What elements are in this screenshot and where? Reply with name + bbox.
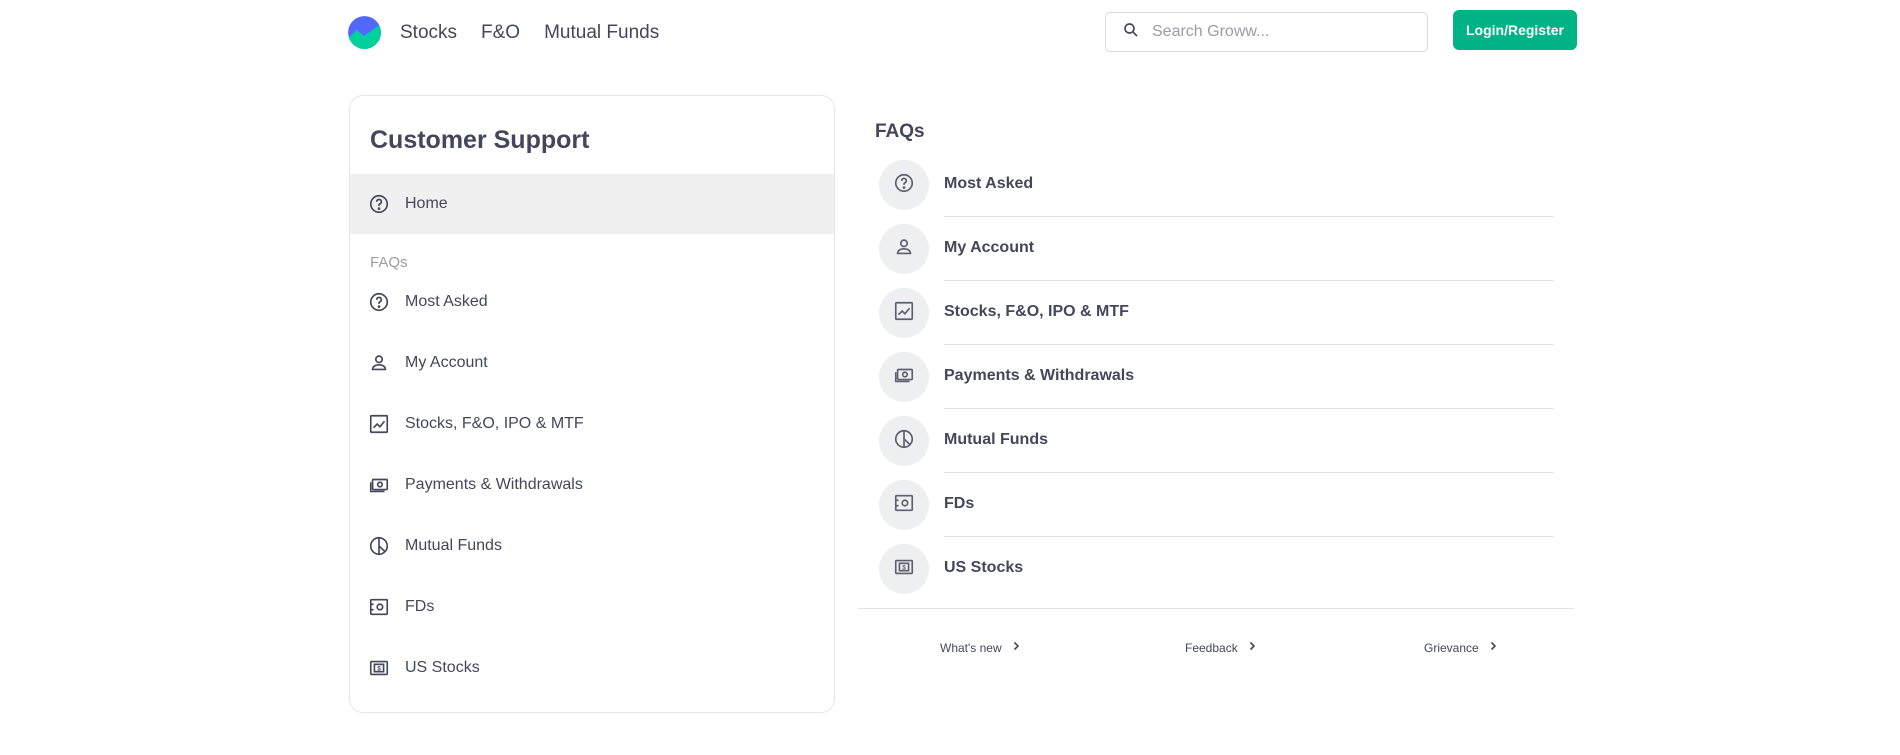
faq-icon-wrapper [879,288,929,338]
faq-item-stocks[interactable]: Stocks, F&O, IPO & MTF [879,281,1554,345]
sidebar-item-label: Home [405,195,448,212]
sidebar-item-label: US Stocks [405,659,480,676]
nav-fno[interactable]: F&O [481,22,520,44]
sidebar-item-mutual-funds[interactable]: Mutual Funds [350,524,834,568]
help-circle-icon [368,291,390,313]
pie-chart-icon [893,428,915,455]
user-icon [893,236,915,263]
sidebar-section-label: FAQs [370,254,408,271]
link-label: Feedback [1185,640,1238,655]
help-circle-icon [368,193,390,215]
faq-item-label: US Stocks [944,559,1024,576]
faq-item-label: Payments & Withdrawals [944,367,1135,384]
sidebar-title: Customer Support [370,126,590,154]
sidebar-item-label: My Account [405,354,488,371]
sidebar-item-stocks[interactable]: Stocks, F&O, IPO & MTF [350,402,834,446]
sidebar-item-label: Mutual Funds [405,537,502,554]
cash-icon [893,364,915,391]
grievance-link[interactable]: Grievance [1424,640,1499,655]
faq-icon-wrapper [879,160,929,210]
chevron-right-icon [1479,640,1499,655]
chart-line-icon [893,300,915,327]
sidebar-item-us-stocks[interactable]: $ US Stocks [350,646,834,690]
nav-mutual-funds[interactable]: Mutual Funds [544,22,659,44]
chart-line-icon [368,413,390,435]
link-label: What's new [940,640,1002,655]
sidebar-item-fds[interactable]: FDs [350,585,834,629]
svg-text:$: $ [902,564,906,571]
main-nav: Stocks F&O Mutual Funds [400,22,683,44]
safe-icon [893,492,915,519]
faq-icon-wrapper [879,352,929,402]
faqs-heading: FAQs [875,121,925,142]
help-circle-icon [893,172,915,199]
whats-new-link[interactable]: What's new [940,640,1022,655]
user-icon [368,352,390,374]
feedback-link[interactable]: Feedback [1185,640,1258,655]
search-box[interactable] [1105,12,1428,52]
faq-item-label: My Account [944,239,1035,256]
sidebar-item-my-account[interactable]: My Account [350,341,834,385]
chevron-right-icon [1002,640,1022,655]
search-input[interactable] [1152,23,1412,41]
faq-icon-wrapper [879,480,929,530]
dollar-note-icon: $ [893,556,915,583]
faq-item-label: FDs [944,495,975,512]
pie-chart-icon [368,535,390,557]
sidebar-item-label: Stocks, F&O, IPO & MTF [405,415,584,432]
faq-item-most-asked[interactable]: Most Asked [879,153,1554,217]
sidebar-item-label: Most Asked [405,293,488,310]
faq-icon-wrapper [879,224,929,274]
faq-item-payments[interactable]: Payments & Withdrawals [879,345,1554,409]
nav-stocks[interactable]: Stocks [400,22,457,44]
faq-item-fds[interactable]: FDs [879,473,1554,537]
section-divider [858,608,1574,609]
sidebar-item-most-asked[interactable]: Most Asked [350,280,834,324]
sidebar-item-payments[interactable]: Payments & Withdrawals [350,463,834,507]
faq-item-label: Stocks, F&O, IPO & MTF [944,303,1129,320]
search-icon [1122,21,1140,44]
faq-item-us-stocks[interactable]: $ US Stocks [879,537,1554,601]
safe-icon [368,596,390,618]
faq-item-mutual-funds[interactable]: Mutual Funds [879,409,1554,473]
faq-item-label: Mutual Funds [944,431,1048,448]
groww-logo[interactable] [348,16,381,49]
login-register-button[interactable]: Login/Register [1453,10,1577,50]
chevron-right-icon [1238,640,1258,655]
sidebar-item-home[interactable]: Home [350,174,834,234]
faq-item-my-account[interactable]: My Account [879,217,1554,281]
cash-icon [368,474,390,496]
link-label: Grievance [1424,640,1479,655]
faq-icon-wrapper [879,416,929,466]
top-header: Stocks F&O Mutual Funds Login/Register [0,0,1900,64]
sidebar-item-label: FDs [405,598,435,615]
sidebar-item-label: Payments & Withdrawals [405,476,583,493]
support-sidebar: Customer Support Home FAQs Most Asked My… [349,95,835,713]
svg-text:$: $ [377,665,381,672]
faq-icon-wrapper: $ [879,544,929,594]
faq-item-label: Most Asked [944,175,1034,192]
dollar-note-icon: $ [368,657,390,679]
